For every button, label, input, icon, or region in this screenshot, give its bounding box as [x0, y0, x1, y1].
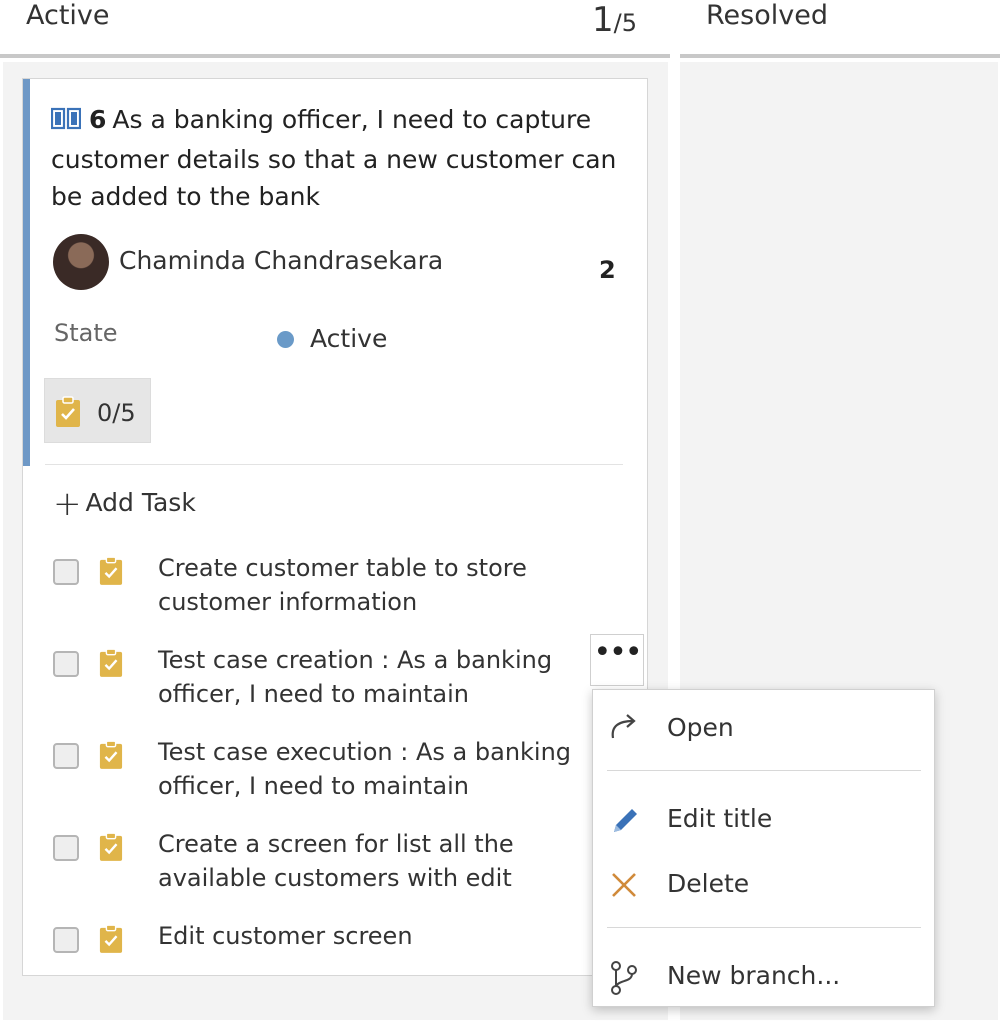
task-checkbox[interactable]: [53, 835, 79, 861]
more-actions-button[interactable]: •••: [590, 634, 644, 686]
close-x-icon: [607, 868, 641, 906]
task-item[interactable]: Test case execution : As a banking offic…: [53, 735, 593, 805]
menu-item-open[interactable]: Open: [593, 698, 936, 758]
task-title[interactable]: Create a screen for list all the availab…: [158, 827, 588, 897]
card-title[interactable]: 6 As a banking officer, I need to capture…: [50, 101, 621, 215]
task-title[interactable]: Edit customer screen: [158, 919, 588, 953]
menu-item-edit-title[interactable]: Edit title: [593, 789, 936, 849]
card-id: 6: [89, 105, 107, 134]
task-checkbox[interactable]: [53, 927, 79, 953]
state-label: State: [54, 319, 118, 347]
menu-item-delete[interactable]: Delete: [593, 854, 936, 914]
pencil-icon: [607, 803, 641, 841]
menu-item-label: New branch...: [667, 961, 841, 990]
count-total: /5: [613, 9, 637, 37]
resolved-column-header: Resolved: [680, 0, 1000, 58]
effort-value[interactable]: 2: [599, 256, 616, 284]
task-item[interactable]: Test case creation : As a banking office…: [53, 643, 593, 713]
card-accent-bar: [23, 79, 30, 466]
card-divider: [45, 464, 623, 465]
menu-separator: [607, 770, 921, 771]
add-task-label: Add Task: [85, 488, 196, 517]
menu-item-label: Open: [667, 713, 734, 742]
avatar: [53, 234, 109, 290]
task-clipboard-icon: [55, 396, 81, 432]
card-title-text[interactable]: As a banking officer, I need to capture …: [51, 105, 616, 211]
task-item[interactable]: Edit customer screen: [53, 919, 593, 963]
resolved-column-title: Resolved: [706, 0, 828, 31]
active-column-header: Active 1/5: [0, 0, 670, 58]
task-clipboard-icon: [99, 923, 123, 959]
add-task-button[interactable]: + Add Task: [53, 484, 196, 524]
task-checkbox[interactable]: [53, 651, 79, 677]
count-current: 1: [592, 0, 614, 40]
task-clipboard-icon: [99, 739, 123, 775]
task-item[interactable]: Create customer table to store customer …: [53, 551, 593, 621]
context-menu: Open Edit title Delete New branch...: [592, 689, 935, 1007]
more-icon: •••: [593, 635, 642, 670]
plus-icon: +: [53, 484, 82, 524]
active-column-count: 1/5: [592, 0, 637, 40]
active-column-title: Active: [26, 0, 110, 31]
open-arrow-icon: [607, 712, 641, 746]
task-checkbox[interactable]: [53, 743, 79, 769]
task-item[interactable]: Create a screen for list all the availab…: [53, 827, 593, 897]
task-clipboard-icon: [99, 647, 123, 683]
menu-item-new-branch[interactable]: New branch...: [593, 946, 936, 1006]
menu-separator: [607, 927, 921, 928]
branch-icon: [607, 960, 641, 1000]
assignee-name[interactable]: Chaminda Chandrasekara: [119, 246, 443, 275]
task-progress-text: 0/5: [97, 399, 136, 427]
work-item-card[interactable]: 6 As a banking officer, I need to capture…: [22, 78, 648, 976]
state-indicator-dot: [277, 331, 294, 348]
task-progress-badge[interactable]: 0/5: [44, 378, 151, 443]
task-clipboard-icon: [99, 555, 123, 591]
task-title[interactable]: Test case execution : As a banking offic…: [158, 735, 588, 805]
assignee-row[interactable]: Chaminda Chandrasekara 2: [53, 234, 623, 290]
task-clipboard-icon: [99, 831, 123, 867]
task-title[interactable]: Create customer table to store customer …: [158, 551, 588, 619]
task-title[interactable]: Test case creation : As a banking office…: [158, 643, 588, 713]
menu-item-label: Edit title: [667, 804, 773, 833]
menu-item-label: Delete: [667, 869, 750, 898]
state-value[interactable]: Active: [310, 324, 387, 353]
task-checkbox[interactable]: [53, 559, 79, 585]
user-story-icon: [50, 104, 82, 141]
